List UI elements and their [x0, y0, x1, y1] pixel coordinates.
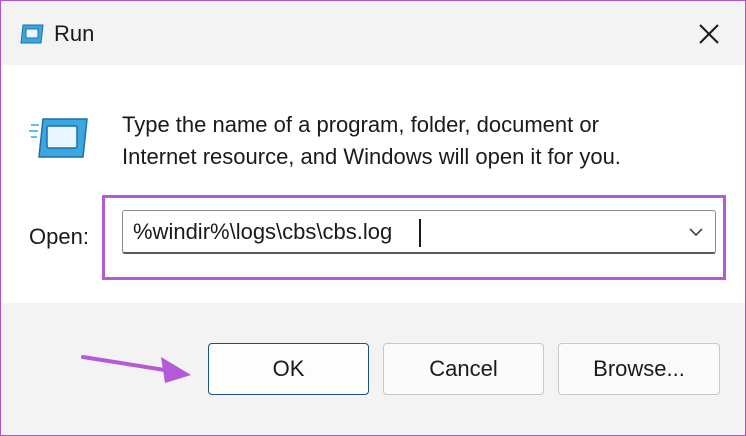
run-dialog: Run Type the name of a program, folder, …	[0, 0, 746, 436]
run-program-icon	[29, 117, 89, 159]
close-button[interactable]	[683, 13, 735, 55]
chevron-down-icon	[689, 228, 703, 237]
pointer-arrow-icon	[81, 355, 191, 383]
instruction-line-2: Internet resource, and Windows will open…	[122, 144, 621, 169]
browse-button[interactable]: Browse...	[558, 343, 720, 395]
open-combobox[interactable]	[122, 210, 716, 254]
window-title: Run	[54, 21, 95, 46]
ok-button[interactable]: OK	[208, 343, 369, 395]
text-cursor	[419, 219, 421, 247]
cancel-button[interactable]: Cancel	[383, 343, 544, 395]
dialog-content: Type the name of a program, folder, docu…	[1, 65, 745, 303]
open-label: Open:	[29, 224, 89, 249]
run-dialog-icon	[19, 23, 45, 45]
dropdown-button[interactable]	[681, 217, 711, 247]
instruction-text: Type the name of a program, folder, docu…	[122, 109, 722, 173]
instruction-line-1: Type the name of a program, folder, docu…	[122, 112, 599, 137]
dialog-footer: OK Cancel Browse...	[1, 303, 745, 435]
open-input[interactable]	[133, 215, 663, 249]
title-bar: Run	[1, 1, 745, 65]
close-icon	[699, 24, 719, 44]
